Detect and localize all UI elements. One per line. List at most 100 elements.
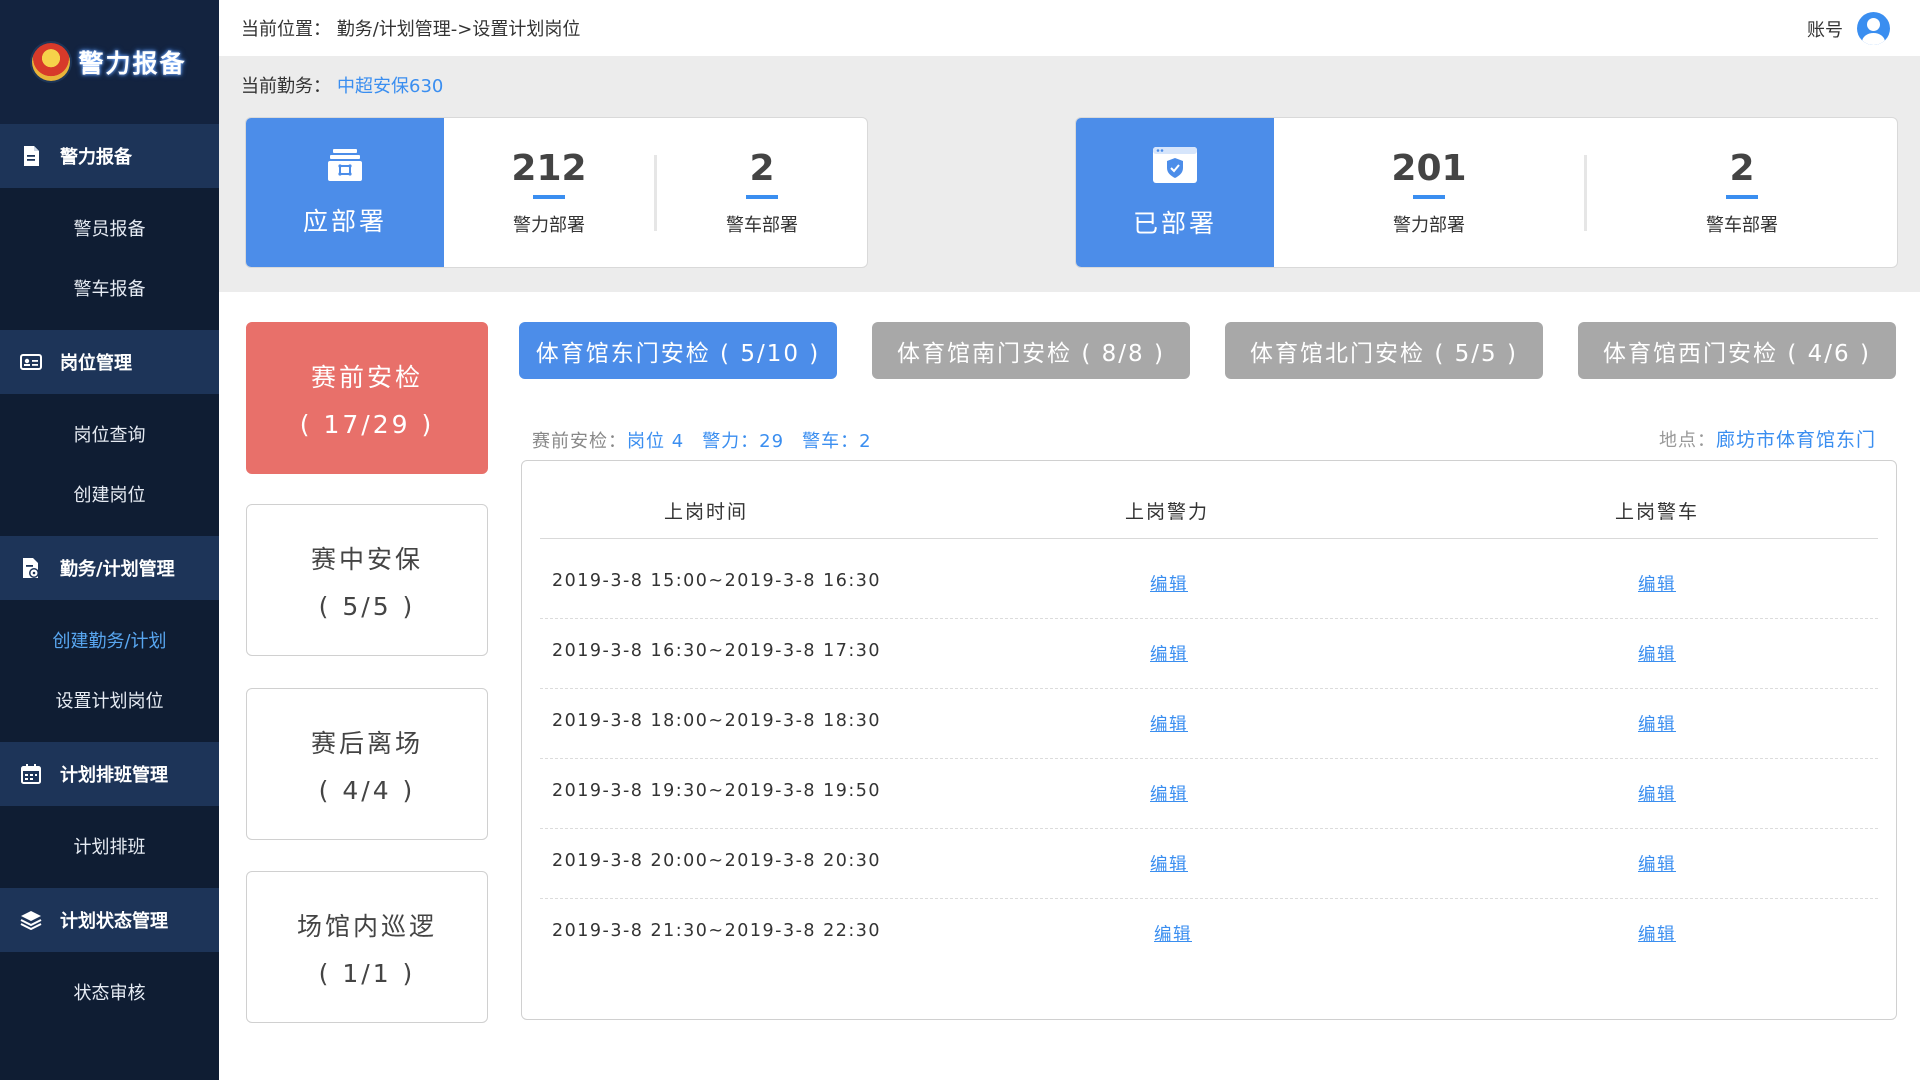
app-logo: 警力报备 <box>0 0 219 124</box>
should-police-stat: 212 警力部署 <box>444 118 654 267</box>
summary-prefix: 赛前安检： <box>532 431 627 452</box>
should-deploy-header: 应部署 <box>246 118 444 267</box>
account-label: 账号 <box>1807 19 1843 41</box>
top-bar: 当前位置： 勤务/计划管理->设置计划岗位 账号 <box>219 0 1920 56</box>
edit-police-link[interactable]: 编辑 <box>1150 711 1188 736</box>
category-name: 赛后离场 <box>310 728 423 758</box>
sidebar-item-plan-schedule[interactable]: 计划排班 <box>0 816 219 876</box>
column-header-car: 上岗警车 <box>1615 501 1700 523</box>
table-row: 2019-3-8 15:00~2019-3-8 16:30 编辑 编辑 <box>540 549 1878 619</box>
current-task-label: 当前勤务： <box>241 76 331 97</box>
edit-police-link[interactable]: 编辑 <box>1150 851 1188 876</box>
current-task: 当前勤务： 中超安保630 <box>241 72 443 98</box>
box-icon <box>327 148 363 188</box>
table-header: 上岗时间 上岗警力 上岗警车 <box>540 461 1878 539</box>
gate-summary: 赛前安检：岗位 4 警力：29 警车：2 <box>532 427 872 453</box>
app-title: 警力报备 <box>78 49 187 78</box>
sidebar-group-post-management[interactable]: 岗位管理 <box>0 330 219 394</box>
table-row: 2019-3-8 18:00~2019-3-8 18:30 编辑 编辑 <box>540 689 1878 759</box>
row-time: 2019-3-8 20:00~2019-3-8 20:30 <box>552 851 882 871</box>
edit-car-link[interactable]: 编辑 <box>1638 921 1676 946</box>
file-gear-icon <box>20 557 42 579</box>
sidebar-item-officer-report[interactable]: 警员报备 <box>0 198 219 258</box>
summary-posts: 岗位 4 <box>627 431 685 452</box>
stat-label: 警力部署 <box>513 215 585 236</box>
id-card-icon <box>20 351 42 373</box>
sidebar-group-label: 计划排班管理 <box>60 765 168 786</box>
row-time: 2019-3-8 18:00~2019-3-8 18:30 <box>552 711 882 731</box>
stat-number: 2 <box>1729 148 1755 189</box>
edit-car-link[interactable]: 编辑 <box>1638 711 1676 736</box>
should-deploy-card: 应部署 212 警力部署 2 警车部署 <box>245 117 868 268</box>
tab-south-gate[interactable]: 体育馆南门安检 ( 8/8 ) <box>872 322 1190 379</box>
deployed-title: 已部署 <box>1132 208 1217 238</box>
tab-north-gate[interactable]: 体育馆北门安检 ( 5/5 ) <box>1225 322 1543 379</box>
category-venue-patrol[interactable]: 场馆内巡逻 ( 1/1 ) <box>246 871 488 1023</box>
category-name: 场馆内巡逻 <box>296 911 437 941</box>
tab-east-gate[interactable]: 体育馆东门安检 ( 5/10 ) <box>519 322 837 379</box>
stat-underline <box>1726 195 1758 199</box>
sidebar-item-post-query[interactable]: 岗位查询 <box>0 404 219 464</box>
shield-window-icon <box>1152 146 1198 190</box>
stat-number: 212 <box>511 148 587 189</box>
deployed-header: 已部署 <box>1076 118 1274 267</box>
edit-police-link[interactable]: 编辑 <box>1150 571 1188 596</box>
sidebar-item-create-duty-plan[interactable]: 创建勤务/计划 <box>0 610 219 670</box>
edit-police-link[interactable]: 编辑 <box>1150 781 1188 806</box>
category-in-match-security[interactable]: 赛中安保 ( 5/5 ) <box>246 504 488 656</box>
sidebar-item-set-plan-post[interactable]: 设置计划岗位 <box>0 670 219 730</box>
current-task-link[interactable]: 中超安保630 <box>337 76 443 97</box>
edit-car-link[interactable]: 编辑 <box>1638 571 1676 596</box>
calendar-icon <box>20 763 42 785</box>
location-value[interactable]: 廊坊市体育馆东门 <box>1716 429 1876 451</box>
layers-icon <box>20 909 42 931</box>
edit-car-link[interactable]: 编辑 <box>1638 851 1676 876</box>
sidebar-group-label: 警力报备 <box>60 147 132 168</box>
deployed-car-stat: 2 警车部署 <box>1587 118 1897 267</box>
sidebar-item-status-review[interactable]: 状态审核 <box>0 962 219 1022</box>
summary-police: 警力：29 <box>702 431 785 452</box>
row-time: 2019-3-8 15:00~2019-3-8 16:30 <box>552 571 882 591</box>
account-menu[interactable]: 账号 <box>1807 12 1890 45</box>
row-time: 2019-3-8 21:30~2019-3-8 22:30 <box>552 921 882 941</box>
sidebar-group-duty-plan[interactable]: 勤务/计划管理 <box>0 536 219 600</box>
sidebar-item-vehicle-report[interactable]: 警车报备 <box>0 258 219 318</box>
edit-police-link[interactable]: 编辑 <box>1150 641 1188 666</box>
sidebar-group-label: 岗位管理 <box>60 353 132 374</box>
table-row: 2019-3-8 19:30~2019-3-8 19:50 编辑 编辑 <box>540 759 1878 829</box>
police-emblem-icon <box>32 43 71 81</box>
category-post-match-exit[interactable]: 赛后离场 ( 4/4 ) <box>246 688 488 840</box>
sidebar-group-police-report[interactable]: 警力报备 <box>0 124 219 188</box>
table-row: 2019-3-8 21:30~2019-3-8 22:30 编辑 编辑 <box>540 899 1878 969</box>
avatar-icon[interactable] <box>1857 12 1890 45</box>
edit-car-link[interactable]: 编辑 <box>1638 781 1676 806</box>
row-time: 2019-3-8 16:30~2019-3-8 17:30 <box>552 641 882 661</box>
stat-number: 201 <box>1391 148 1467 189</box>
deployed-police-stat: 201 警力部署 <box>1274 118 1584 267</box>
stat-underline <box>533 195 565 199</box>
sidebar-group-schedule[interactable]: 计划排班管理 <box>0 742 219 806</box>
edit-car-link[interactable]: 编辑 <box>1638 641 1676 666</box>
deployed-card: 已部署 201 警力部署 2 警车部署 <box>1075 117 1898 268</box>
sidebar-group-plan-status[interactable]: 计划状态管理 <box>0 888 219 952</box>
should-car-stat: 2 警车部署 <box>657 118 867 267</box>
sidebar-group-label: 勤务/计划管理 <box>60 559 175 580</box>
table-row: 2019-3-8 20:00~2019-3-8 20:30 编辑 编辑 <box>540 829 1878 899</box>
sidebar-item-create-post[interactable]: 创建岗位 <box>0 464 219 524</box>
category-pre-match-check[interactable]: 赛前安检 ( 17/29 ) <box>246 322 488 474</box>
stat-number: 2 <box>749 148 775 189</box>
schedule-table: 上岗时间 上岗警力 上岗警车 2019-3-8 15:00~2019-3-8 1… <box>521 460 1897 1020</box>
document-icon <box>20 145 42 167</box>
stat-label: 警车部署 <box>1706 215 1778 236</box>
location-label: 地点： <box>1658 430 1716 451</box>
stat-underline <box>1413 195 1445 199</box>
category-count: ( 4/4 ) <box>318 775 416 805</box>
edit-police-link[interactable]: 编辑 <box>1154 921 1192 946</box>
row-time: 2019-3-8 19:30~2019-3-8 19:50 <box>552 781 882 801</box>
summary-zone: 当前勤务： 中超安保630 应部署 212 警力部署 2 警车部署 已部署 20… <box>219 56 1920 292</box>
sidebar: 警力报备 警力报备 警员报备 警车报备 岗位管理 岗位查询 创建岗位 勤务/计划… <box>0 0 219 1080</box>
tab-west-gate[interactable]: 体育馆西门安检 ( 4/6 ) <box>1578 322 1896 379</box>
column-header-police: 上岗警力 <box>1125 501 1210 523</box>
stat-underline <box>746 195 778 199</box>
gate-location: 地点：廊坊市体育馆东门 <box>1659 425 1876 452</box>
